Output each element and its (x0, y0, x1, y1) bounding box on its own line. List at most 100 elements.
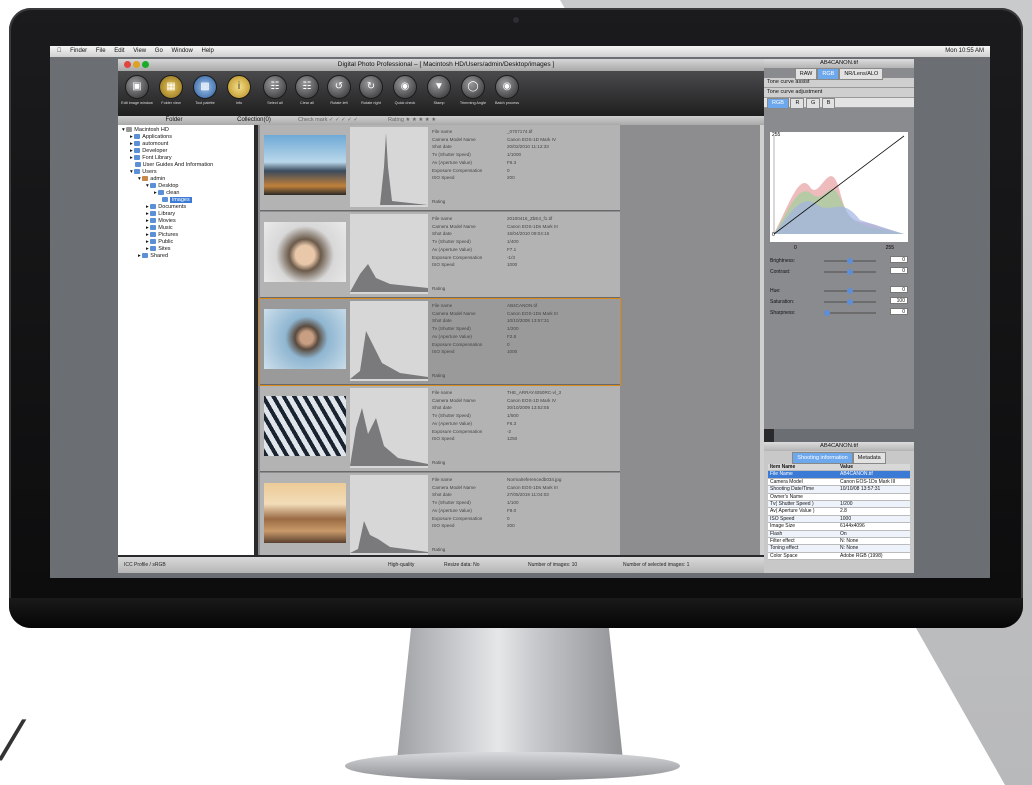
tree-node[interactable]: ▸ clean (154, 190, 179, 197)
tree-node[interactable]: User Guides And Information (130, 162, 213, 169)
rating-label[interactable]: Rating (432, 286, 445, 291)
slider-knob[interactable] (847, 299, 853, 305)
sharpness-slider[interactable] (824, 310, 876, 316)
tab-collection[interactable]: Collection(0) (218, 116, 290, 125)
channel-b[interactable]: B (821, 98, 836, 109)
brightness-slider[interactable] (824, 258, 876, 264)
rotate-right-button[interactable]: ↻ Rotate right (354, 75, 388, 105)
tool-palette-button[interactable]: ▩ Tool palette (188, 75, 222, 105)
info-row[interactable]: Tv( Shutter Speed ) 1/200 (768, 500, 910, 509)
info-row[interactable]: Shooting Date/Time 10/10/08 13:57:31 (768, 486, 910, 494)
thumbnail-image[interactable] (264, 309, 346, 369)
channel-g[interactable]: G (805, 98, 821, 109)
menu-file[interactable]: File (96, 48, 106, 54)
tree-node[interactable]: ▸ Developer (130, 148, 167, 155)
slider-knob[interactable] (847, 288, 853, 294)
saturation-value[interactable]: 100 (890, 297, 908, 304)
select-all-button[interactable]: ☷ Select all (258, 75, 292, 105)
menubar-clock[interactable]: Mon 10:55 AM (945, 46, 984, 57)
tree-node[interactable]: ▸ Movies (146, 218, 176, 225)
tree-node[interactable]: ▸ Font Library (130, 155, 172, 162)
channel-rgb[interactable]: RGB (767, 98, 789, 109)
menu-go[interactable]: Go (155, 48, 163, 54)
thumbnail-item[interactable]: File name 20100416_ZbE4_f1.tif Camera Mode… (260, 212, 620, 298)
clear-all-button[interactable]: ☷ Clear all (290, 75, 324, 105)
tab-shooting-information[interactable]: Shooting information (792, 452, 853, 464)
tree-node[interactable]: ▸ automount (130, 141, 168, 148)
tree-node-selected[interactable]: images (162, 197, 192, 204)
rotate-left-button[interactable]: ↺ Rotate left (322, 75, 356, 105)
rating-label[interactable]: Rating (432, 460, 445, 465)
slider-knob[interactable] (824, 310, 830, 316)
info-row[interactable]: Toning effect N: None (768, 545, 910, 553)
contrast-value[interactable]: 0 (890, 267, 908, 274)
info-row[interactable]: Av( Aperture Value ) 2.8 (768, 508, 910, 516)
folder-view-button[interactable]: ▦ Folder view (154, 75, 188, 105)
brightness-value[interactable]: 0 (890, 256, 908, 263)
rating-label[interactable]: Rating (432, 199, 445, 204)
contrast-slider[interactable] (824, 269, 876, 275)
channel-r[interactable]: R (790, 98, 805, 109)
tab-metadata[interactable]: Metadata (852, 452, 886, 464)
thumbnail-image[interactable] (264, 222, 346, 282)
tone-curve-adjustment-row[interactable]: Tone curve adjustment (764, 88, 914, 98)
tree-node[interactable]: ▾ Macintosh HD (122, 127, 169, 134)
hue-value[interactable]: 0 (890, 286, 908, 293)
tree-node[interactable]: ▸ Documents (146, 204, 186, 211)
info-row[interactable]: Owner's Name (768, 493, 910, 501)
thumbnail-item[interactable]: File name AB4CANON.tif Camera Model Name Ca… (259, 298, 621, 386)
tree-node[interactable]: ▸ Applications (130, 134, 172, 141)
tree-node[interactable]: ▾ admin (138, 176, 165, 183)
thumbnail-item[interactable]: File name _0707174.tif Camera Model Name Ca… (260, 125, 620, 211)
tree-node[interactable]: ▸ Public (146, 239, 173, 246)
menu-edit[interactable]: Edit (114, 48, 124, 54)
info-row[interactable]: Image Size 6144x4096 (768, 523, 910, 531)
tree-node[interactable]: ▸ Shared (138, 253, 168, 260)
tab-folder[interactable]: Folder (138, 116, 210, 125)
check-mark-filter[interactable]: Check mark ✓ ✓ ✓ ✓ ✓ (298, 116, 358, 125)
info-row[interactable]: Color Space Adobe RGB (1998) (768, 552, 910, 561)
info-row[interactable]: Flash On (768, 530, 910, 538)
tree-node[interactable]: ▸ Library (146, 211, 175, 218)
tree-node[interactable]: ▾ Desktop (146, 183, 178, 190)
minimize-window-icon[interactable] (133, 61, 140, 68)
thumbnail-item[interactable]: File name Normalreferencedb034.jpg Camera … (260, 473, 620, 555)
rating-filter[interactable]: Rating ★ ★ ★ ★ ★ (388, 116, 436, 125)
tab-rgb[interactable]: RGB (817, 68, 840, 80)
info-button[interactable]: i Info (222, 75, 256, 105)
window-titlebar[interactable]: Digital Photo Professional – [ Macintosh… (118, 59, 774, 71)
batch-process-button[interactable]: ◉ Batch process (490, 75, 524, 105)
slider-knob[interactable] (847, 269, 853, 275)
info-row[interactable]: ISO Speed 1000 (768, 515, 910, 524)
saturation-slider[interactable] (824, 299, 876, 305)
tree-node[interactable]: ▾ Users (130, 169, 157, 176)
info-row[interactable]: File Name AB4CANON.tif (768, 471, 910, 479)
rating-label[interactable]: Rating (432, 373, 445, 378)
zoom-window-icon[interactable] (142, 61, 149, 68)
thumbnail-image[interactable] (264, 135, 346, 195)
hue-slider[interactable] (824, 288, 876, 294)
info-row[interactable]: Camera Model Canon EOS-1Ds Mark III (768, 478, 910, 487)
thumbnail-image[interactable] (264, 483, 346, 543)
menu-window[interactable]: Window (171, 48, 192, 54)
stamp-button[interactable]: ▼ Stamp (422, 75, 456, 105)
close-window-icon[interactable] (124, 61, 131, 68)
edit-image-window-button[interactable]: ▣ Edit image window (120, 75, 154, 105)
apple-icon[interactable]:  (57, 48, 62, 54)
menu-finder[interactable]: Finder (70, 48, 87, 54)
info-palette-titlebar[interactable]: AB4CANON.tif (764, 442, 914, 451)
thumbnail-image[interactable] (264, 396, 346, 456)
tree-node[interactable]: ▸ Pictures (146, 232, 178, 239)
tone-curve-graph[interactable]: 255 0 (770, 132, 908, 242)
sharpness-value[interactable]: 0 (890, 308, 908, 315)
slider-knob[interactable] (847, 258, 853, 264)
tab-nr-lens-alo[interactable]: NR/Lens/ALO (839, 68, 884, 80)
trimming-angle-button[interactable]: ◯ Trimming Angle (456, 75, 490, 105)
tree-node[interactable]: ▸ Music (146, 225, 173, 232)
tool-palette-titlebar[interactable]: AB4CANON.tif (764, 59, 914, 68)
rating-label[interactable]: Rating (432, 547, 445, 552)
menu-view[interactable]: View (133, 48, 146, 54)
thumbnail-item[interactable]: File name THE_ARRAY4050RC-vl_3 Camera Mode… (260, 386, 620, 472)
menu-help[interactable]: Help (202, 48, 214, 54)
tree-node[interactable]: ▸ Sites (146, 246, 171, 253)
